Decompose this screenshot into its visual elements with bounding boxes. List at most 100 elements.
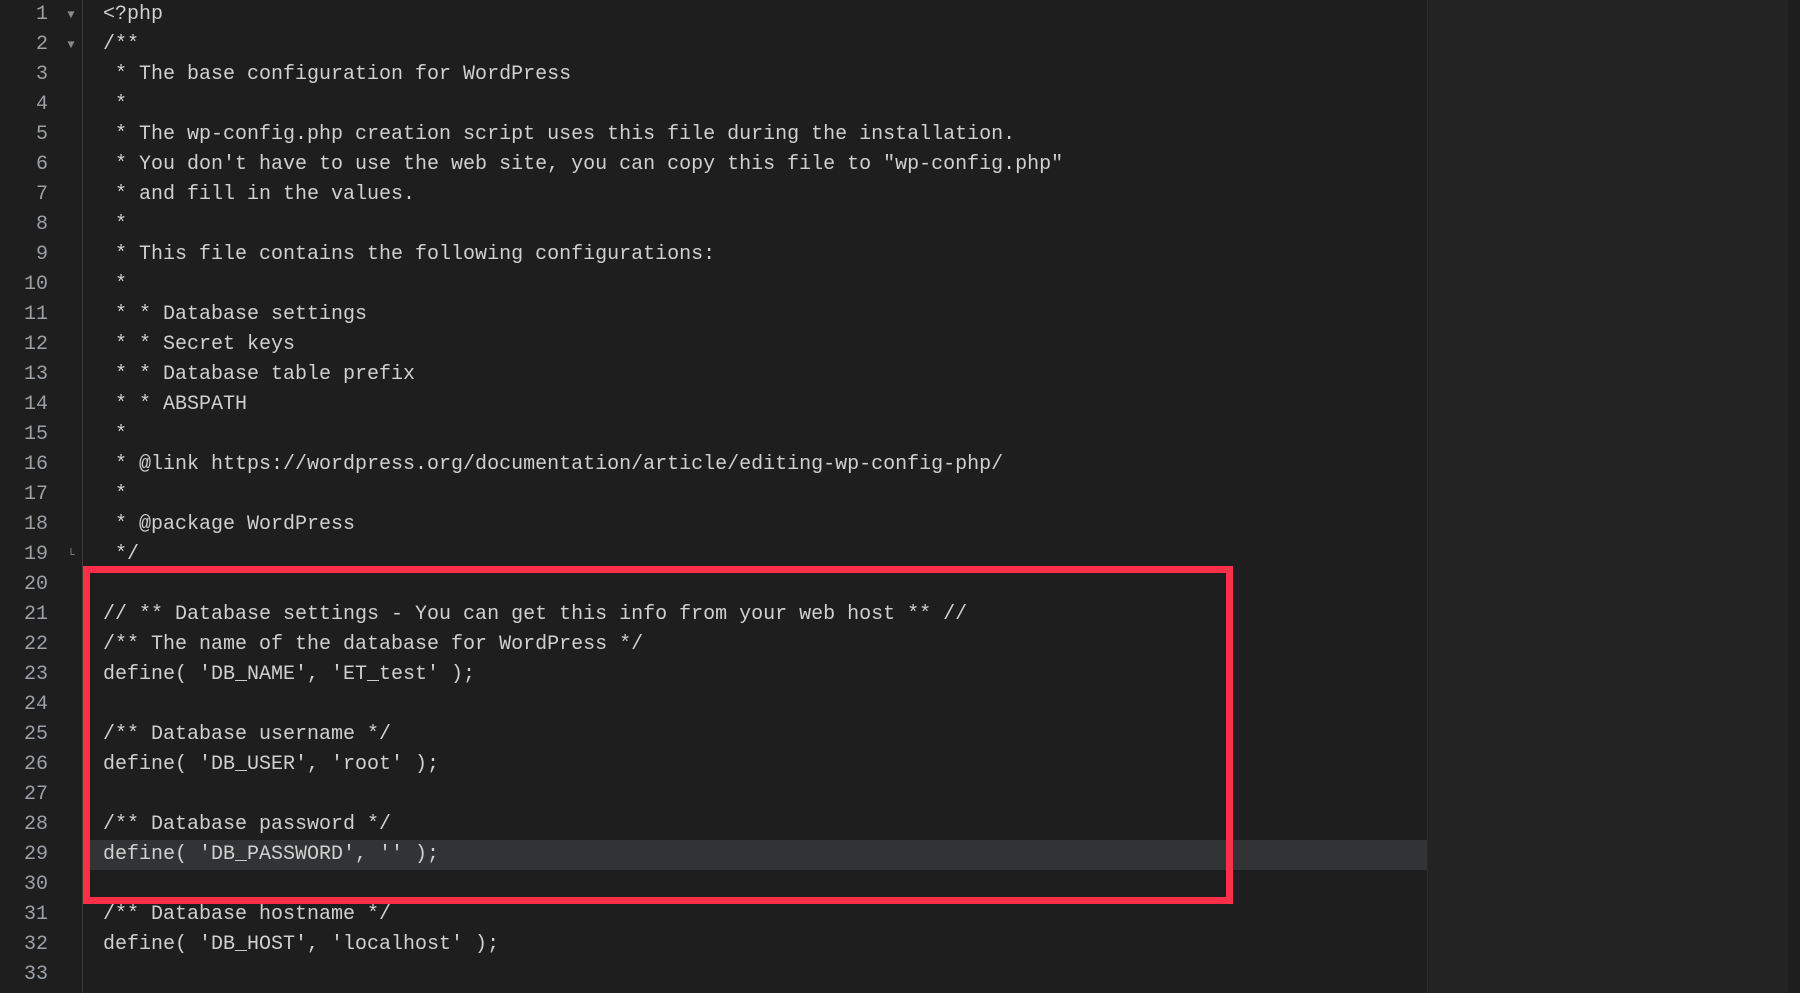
code-line[interactable]: * * Database settings <box>83 300 1427 330</box>
line-number[interactable]: 27 <box>0 780 60 810</box>
line-number[interactable]: 23 <box>0 660 60 690</box>
fold-marker[interactable] <box>60 180 82 210</box>
line-number[interactable]: 13 <box>0 360 60 390</box>
fold-marker[interactable] <box>60 600 82 630</box>
fold-marker[interactable] <box>60 330 82 360</box>
line-number[interactable]: 4 <box>0 90 60 120</box>
code-line[interactable]: * The wp-config.php creation script uses… <box>83 120 1427 150</box>
fold-marker[interactable] <box>60 60 82 90</box>
code-line[interactable]: // ** Database settings - You can get th… <box>83 600 1427 630</box>
fold-marker[interactable] <box>60 420 82 450</box>
fold-marker[interactable] <box>60 840 82 870</box>
vertical-scrollbar[interactable] <box>1788 0 1800 993</box>
code-line[interactable]: /** Database password */ <box>83 810 1427 840</box>
fold-marker[interactable] <box>60 150 82 180</box>
code-line[interactable]: /** Database username */ <box>83 720 1427 750</box>
line-number[interactable]: 18 <box>0 510 60 540</box>
fold-marker[interactable] <box>60 510 82 540</box>
line-number[interactable]: 6 <box>0 150 60 180</box>
fold-marker[interactable]: └ <box>60 540 82 570</box>
code-line[interactable]: define( 'DB_PASSWORD', '' ); <box>83 840 1427 870</box>
fold-column[interactable]: ▼▼ └ <box>60 0 83 993</box>
line-number[interactable]: 17 <box>0 480 60 510</box>
line-number[interactable]: 24 <box>0 690 60 720</box>
fold-marker[interactable] <box>60 960 82 990</box>
fold-marker[interactable] <box>60 570 82 600</box>
code-line[interactable]: * * Database table prefix <box>83 360 1427 390</box>
fold-marker[interactable] <box>60 750 82 780</box>
code-line[interactable]: define( 'DB_NAME', 'ET_test' ); <box>83 660 1427 690</box>
line-number[interactable]: 10 <box>0 270 60 300</box>
fold-marker[interactable] <box>60 270 82 300</box>
fold-marker[interactable] <box>60 780 82 810</box>
line-number-gutter[interactable]: 1234567891011121314151617181920212223242… <box>0 0 60 993</box>
code-line[interactable]: * <box>83 210 1427 240</box>
code-line[interactable]: * <box>83 420 1427 450</box>
fold-marker[interactable] <box>60 900 82 930</box>
fold-marker[interactable] <box>60 480 82 510</box>
code-line[interactable]: * @package WordPress <box>83 510 1427 540</box>
line-number[interactable]: 29 <box>0 840 60 870</box>
code-line[interactable]: * You don't have to use the web site, yo… <box>83 150 1427 180</box>
line-number[interactable]: 7 <box>0 180 60 210</box>
code-line[interactable]: */ <box>83 540 1427 570</box>
fold-marker[interactable] <box>60 90 82 120</box>
fold-marker[interactable] <box>60 210 82 240</box>
line-number[interactable]: 32 <box>0 930 60 960</box>
fold-marker[interactable] <box>60 690 82 720</box>
code-line[interactable] <box>83 960 1427 990</box>
code-line[interactable]: <?php <box>83 0 1427 30</box>
code-line[interactable]: * <box>83 480 1427 510</box>
code-line[interactable]: define( 'DB_USER', 'root' ); <box>83 750 1427 780</box>
line-number[interactable]: 30 <box>0 870 60 900</box>
fold-marker[interactable] <box>60 930 82 960</box>
code-line[interactable]: * The base configuration for WordPress <box>83 60 1427 90</box>
code-line[interactable] <box>83 690 1427 720</box>
code-line[interactable]: /** The name of the database for WordPre… <box>83 630 1427 660</box>
code-line[interactable]: * @link https://wordpress.org/documentat… <box>83 450 1427 480</box>
code-line[interactable]: * This file contains the following confi… <box>83 240 1427 270</box>
line-number[interactable]: 5 <box>0 120 60 150</box>
fold-marker[interactable] <box>60 810 82 840</box>
fold-marker[interactable] <box>60 360 82 390</box>
line-number[interactable]: 26 <box>0 750 60 780</box>
code-line[interactable]: define( 'DB_HOST', 'localhost' ); <box>83 930 1427 960</box>
code-area[interactable]: <?php/** * The base configuration for Wo… <box>83 0 1427 993</box>
line-number[interactable]: 20 <box>0 570 60 600</box>
minimap[interactable] <box>1427 0 1788 993</box>
line-number[interactable]: 3 <box>0 60 60 90</box>
fold-marker[interactable] <box>60 720 82 750</box>
line-number[interactable]: 2 <box>0 30 60 60</box>
code-line[interactable]: * <box>83 270 1427 300</box>
fold-marker[interactable] <box>60 120 82 150</box>
code-line[interactable]: * * Secret keys <box>83 330 1427 360</box>
fold-marker[interactable]: ▼ <box>60 0 82 30</box>
line-number[interactable]: 8 <box>0 210 60 240</box>
line-number[interactable]: 19 <box>0 540 60 570</box>
line-number[interactable]: 9 <box>0 240 60 270</box>
code-line[interactable]: /** Database hostname */ <box>83 900 1427 930</box>
fold-marker[interactable] <box>60 660 82 690</box>
fold-marker[interactable] <box>60 870 82 900</box>
fold-marker[interactable] <box>60 630 82 660</box>
fold-marker[interactable] <box>60 390 82 420</box>
line-number[interactable]: 31 <box>0 900 60 930</box>
code-line[interactable] <box>83 780 1427 810</box>
fold-marker[interactable] <box>60 300 82 330</box>
code-line[interactable] <box>83 870 1427 900</box>
line-number[interactable]: 12 <box>0 330 60 360</box>
line-number[interactable]: 22 <box>0 630 60 660</box>
line-number[interactable]: 11 <box>0 300 60 330</box>
fold-marker[interactable] <box>60 450 82 480</box>
fold-marker[interactable] <box>60 240 82 270</box>
line-number[interactable]: 33 <box>0 960 60 990</box>
line-number[interactable]: 28 <box>0 810 60 840</box>
line-number[interactable]: 15 <box>0 420 60 450</box>
code-line[interactable]: * * ABSPATH <box>83 390 1427 420</box>
line-number[interactable]: 16 <box>0 450 60 480</box>
code-line[interactable] <box>83 570 1427 600</box>
code-line[interactable]: * and fill in the values. <box>83 180 1427 210</box>
line-number[interactable]: 14 <box>0 390 60 420</box>
code-line[interactable]: * <box>83 90 1427 120</box>
fold-marker[interactable]: ▼ <box>60 30 82 60</box>
